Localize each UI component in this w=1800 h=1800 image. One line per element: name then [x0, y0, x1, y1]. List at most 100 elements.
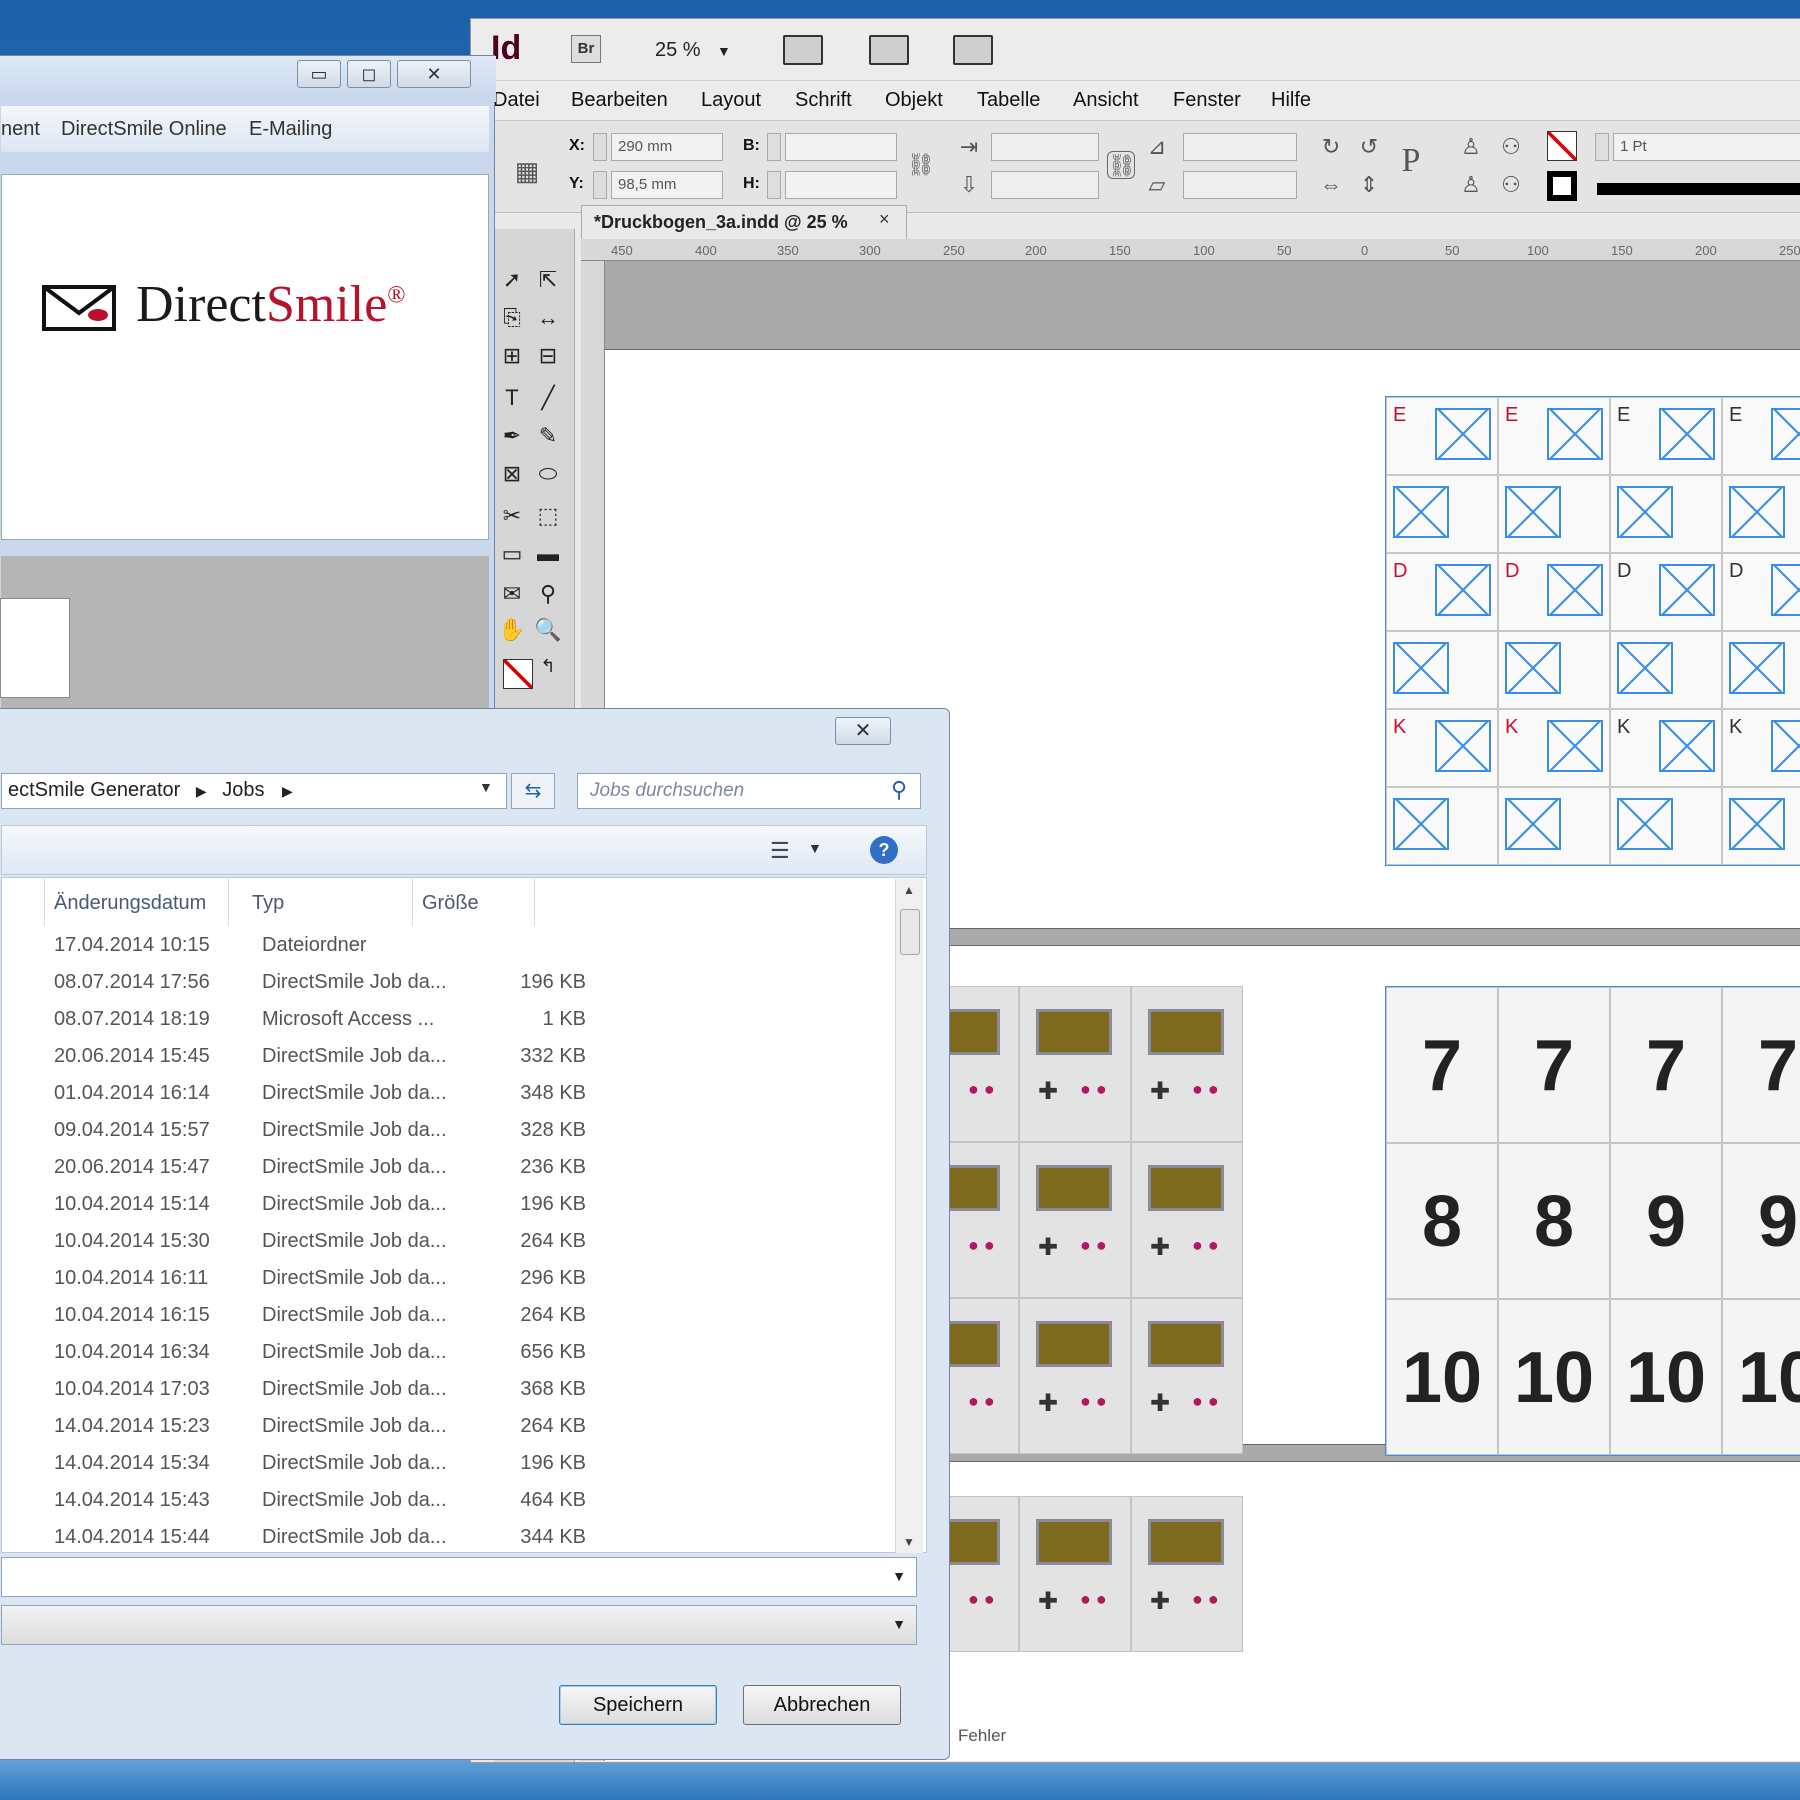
- type-tool-icon[interactable]: T: [497, 383, 527, 413]
- view-dropdown-icon[interactable]: ▼: [808, 840, 822, 856]
- breadcrumb-separator-icon[interactable]: ▶: [282, 783, 293, 799]
- link-icon[interactable]: ⛓: [1107, 151, 1136, 179]
- swap-fill-stroke-icon[interactable]: ↰: [533, 651, 563, 681]
- file-row[interactable]: 01.04.2014 16:14 DirectSmile Job da... 348…: [2, 1076, 902, 1113]
- rotate-dropdown[interactable]: [1183, 133, 1297, 161]
- gradient-tool-icon[interactable]: ▬: [533, 539, 563, 569]
- file-row[interactable]: 10.04.2014 16:34 DirectSmile Job da... 656…: [2, 1335, 902, 1372]
- ribbon-tab-online[interactable]: DirectSmile Online: [61, 118, 227, 141]
- scissors-tool-icon[interactable]: ✂: [497, 501, 527, 531]
- width-field[interactable]: [785, 133, 897, 161]
- constrain-proportions-icon[interactable]: ⛓: [907, 151, 935, 179]
- file-row[interactable]: 20.06.2014 15:45 DirectSmile Job da... 332…: [2, 1039, 902, 1076]
- stroke-type-preview[interactable]: [1597, 183, 1800, 195]
- maximize-button[interactable]: ◻: [347, 60, 391, 88]
- shear-dropdown[interactable]: [1183, 171, 1297, 199]
- gap-tool-icon[interactable]: ↔: [533, 303, 563, 333]
- file-row[interactable]: 09.04.2014 15:57 DirectSmile Job da... 328…: [2, 1113, 902, 1150]
- rotate-cw-icon[interactable]: ↻: [1317, 133, 1345, 161]
- column-header-date[interactable]: Änderungsdatum: [54, 892, 206, 915]
- file-row[interactable]: 10.04.2014 15:14 DirectSmile Job da... 196…: [2, 1187, 902, 1224]
- cancel-button[interactable]: Abbrechen: [743, 1685, 901, 1725]
- dialog-close-button[interactable]: ✕: [835, 717, 891, 745]
- menu-bearbeiten[interactable]: Bearbeiten: [571, 89, 668, 112]
- x-field[interactable]: 290 mm: [611, 133, 723, 161]
- file-row[interactable]: 10.04.2014 17:03 DirectSmile Job da... 368…: [2, 1372, 902, 1409]
- file-row[interactable]: 10.04.2014 15:30 DirectSmile Job da... 264…: [2, 1224, 902, 1261]
- card-frame-face[interactable]: E E E E D D D D K K K K: [1385, 396, 1800, 866]
- ellipse-tool-icon[interactable]: ⬭: [533, 459, 563, 489]
- fill-stroke-swatch-icon[interactable]: [503, 659, 533, 689]
- selection-tool-icon[interactable]: ➚: [497, 265, 527, 295]
- close-tab-icon[interactable]: ×: [879, 209, 890, 230]
- refresh-icon[interactable]: ⇆: [511, 773, 555, 809]
- scale-x-dropdown[interactable]: [991, 133, 1099, 161]
- note-tool-icon[interactable]: ✉: [497, 579, 527, 609]
- column-header-type[interactable]: Typ: [252, 892, 284, 915]
- rotate-angle-icon[interactable]: ⊿: [1143, 133, 1171, 161]
- eyedropper-tool-icon[interactable]: ⚲: [533, 579, 563, 609]
- file-row[interactable]: 14.04.2014 15:43 DirectSmile Job da... 464…: [2, 1483, 902, 1520]
- menu-datei[interactable]: Datei: [493, 89, 540, 112]
- address-dropdown-icon[interactable]: ▼: [479, 779, 493, 795]
- content-placer-icon[interactable]: ⊟: [533, 341, 563, 371]
- flip-horizontal-icon[interactable]: ⇔: [1317, 171, 1345, 199]
- view-list-icon[interactable]: ☰: [770, 838, 790, 864]
- file-row[interactable]: 10.04.2014 16:11 DirectSmile Job da... 296…: [2, 1261, 902, 1298]
- zoom-level[interactable]: 25 %: [655, 39, 701, 62]
- menu-ansicht[interactable]: Ansicht: [1073, 89, 1139, 112]
- rectangle-frame-tool-icon[interactable]: ⊠: [497, 459, 527, 489]
- arrange-documents-icon[interactable]: [953, 35, 993, 65]
- search-icon[interactable]: ⚲: [891, 777, 907, 803]
- menu-layout[interactable]: Layout: [701, 89, 761, 112]
- view-options-icon[interactable]: [783, 35, 823, 65]
- line-tool-icon[interactable]: ╱: [533, 383, 563, 413]
- breadcrumb-generator[interactable]: ectSmile Generator: [8, 779, 180, 801]
- bridge-button[interactable]: Br: [571, 35, 601, 63]
- reference-point-icon[interactable]: ▦: [513, 157, 541, 185]
- select-content-icon[interactable]: ♙: [1457, 171, 1485, 199]
- shear-angle-icon[interactable]: ▱: [1143, 171, 1171, 199]
- free-transform-tool-icon[interactable]: ⬚: [533, 501, 563, 531]
- x-spinner[interactable]: [593, 133, 607, 161]
- file-type-select[interactable]: ▼: [1, 1605, 917, 1645]
- zoom-dropdown-icon[interactable]: ▼: [717, 43, 731, 59]
- rotate-ccw-icon[interactable]: ↺: [1355, 133, 1383, 161]
- search-input[interactable]: Jobs durchsuchen: [577, 773, 921, 809]
- vertical-scrollbar[interactable]: ▲ ▼: [895, 879, 923, 1553]
- file-row[interactable]: 20.06.2014 15:47 DirectSmile Job da... 236…: [2, 1150, 902, 1187]
- breadcrumb-separator-icon[interactable]: ▶: [196, 783, 207, 799]
- file-row[interactable]: 08.07.2014 17:56 DirectSmile Job da... 196…: [2, 965, 902, 1002]
- ribbon-tab-document[interactable]: nent: [1, 118, 40, 141]
- stroke-weight-field[interactable]: 1 Pt: [1613, 133, 1800, 161]
- pencil-tool-icon[interactable]: ✎: [533, 421, 563, 451]
- zoom-tool-icon[interactable]: 🔍: [533, 615, 563, 645]
- card-frame-numbers[interactable]: 7 7 7 7 8 8 9 9 10 10 10 10: [1385, 986, 1800, 1456]
- y-spinner[interactable]: [593, 171, 607, 199]
- ribbon-tab-emailing[interactable]: E-Mailing: [249, 118, 332, 141]
- rectangle-tool-icon[interactable]: ▭: [497, 539, 527, 569]
- y-field[interactable]: 98,5 mm: [611, 171, 723, 199]
- save-button[interactable]: Speichern: [559, 1685, 717, 1725]
- height-field[interactable]: [785, 171, 897, 199]
- file-row[interactable]: 17.04.2014 10:15 Dateiordner: [2, 928, 902, 965]
- stroke-swatch-icon[interactable]: [1547, 171, 1577, 201]
- page-tool-icon[interactable]: ⎘: [497, 303, 527, 333]
- file-row[interactable]: 14.04.2014 15:23 DirectSmile Job da... 264…: [2, 1409, 902, 1446]
- menu-hilfe[interactable]: Hilfe: [1271, 89, 1311, 112]
- select-container-icon[interactable]: ♙: [1457, 133, 1485, 161]
- scale-y-dropdown[interactable]: [991, 171, 1099, 199]
- height-spinner[interactable]: [767, 171, 781, 199]
- preflight-status[interactable]: Fehler: [958, 1726, 1006, 1746]
- file-row[interactable]: 08.07.2014 18:19 Microsoft Access ... 1 KB: [2, 1002, 902, 1039]
- width-spinner[interactable]: [767, 133, 781, 161]
- flip-vertical-icon[interactable]: ⇕: [1355, 171, 1383, 199]
- scroll-up-icon[interactable]: ▲: [903, 883, 915, 897]
- file-name-input[interactable]: ▼: [1, 1557, 917, 1597]
- select-next-icon[interactable]: ⚇: [1497, 133, 1525, 161]
- menu-objekt[interactable]: Objekt: [885, 89, 943, 112]
- file-name-dropdown-icon[interactable]: ▼: [892, 1568, 906, 1584]
- content-collector-icon[interactable]: ⊞: [497, 341, 527, 371]
- minimize-button[interactable]: ▭: [297, 60, 341, 88]
- file-row[interactable]: 14.04.2014 15:44 DirectSmile Job da... 344…: [2, 1520, 902, 1552]
